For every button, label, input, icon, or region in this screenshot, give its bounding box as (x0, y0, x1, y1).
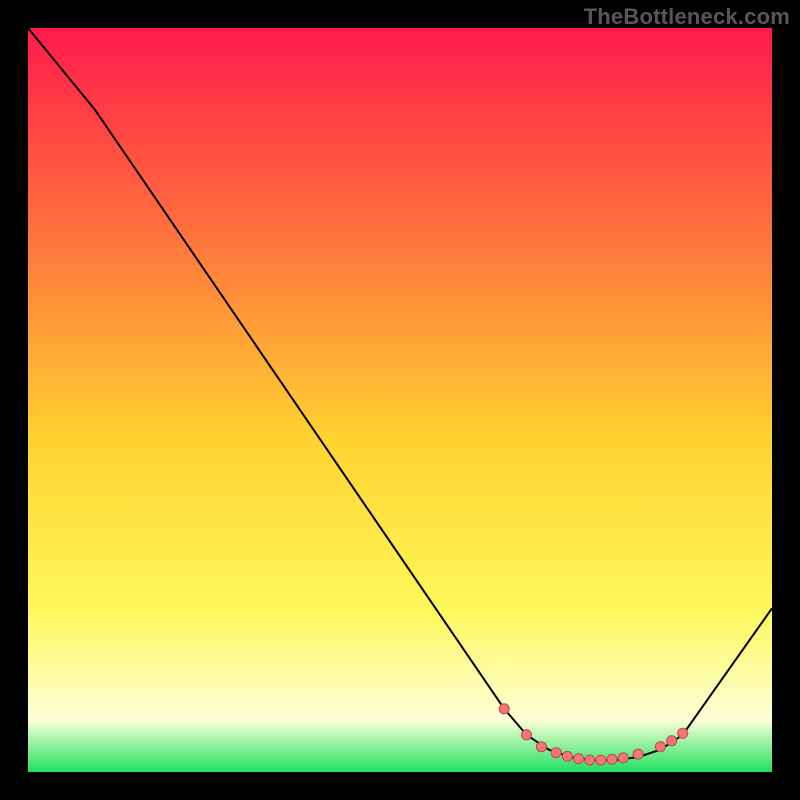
marker-dot (667, 736, 677, 746)
chart-svg (28, 28, 772, 772)
gradient-background (28, 28, 772, 772)
marker-dot (551, 748, 561, 758)
marker-dot (562, 751, 572, 761)
marker-dot (585, 755, 595, 765)
marker-dot (633, 749, 643, 759)
marker-dot (536, 742, 546, 752)
plot-area (28, 28, 772, 772)
chart-frame: TheBottleneck.com (0, 0, 800, 800)
marker-dot (618, 753, 628, 763)
marker-dot (499, 704, 509, 714)
watermark-text: TheBottleneck.com (584, 4, 790, 30)
marker-dot (574, 754, 584, 764)
marker-dot (596, 755, 606, 765)
marker-dot (655, 742, 665, 752)
marker-dot (678, 728, 688, 738)
marker-dot (607, 754, 617, 764)
marker-dot (522, 730, 532, 740)
